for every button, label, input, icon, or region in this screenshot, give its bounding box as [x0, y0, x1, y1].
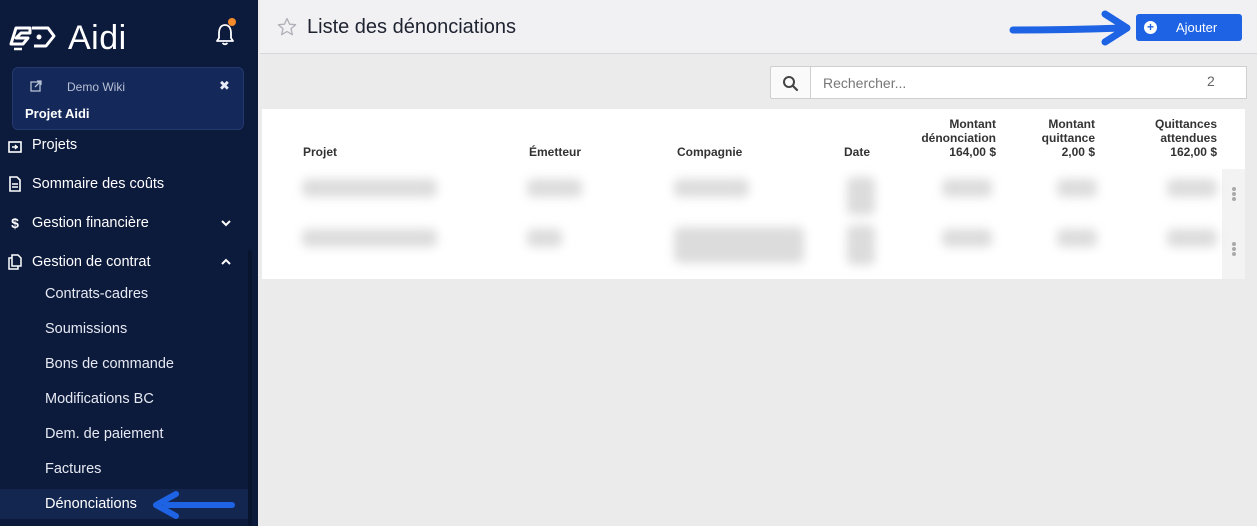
- redacted-cell: [1167, 179, 1217, 197]
- sidebar-item-dem-paiement[interactable]: Dem. de paiement: [0, 419, 248, 449]
- project-name: Projet Aidi: [25, 106, 90, 121]
- redacted-cell: [1057, 179, 1097, 197]
- denonciations-table: Projet Émetteur Compagnie Date Montant d…: [262, 109, 1245, 279]
- redacted-cell: [942, 179, 992, 197]
- star-icon[interactable]: [277, 17, 297, 37]
- nav-item-gestion-contrat[interactable]: Gestion de contrat: [0, 245, 250, 279]
- projects-icon: [8, 141, 22, 153]
- nav-label: Sommaire des coûts: [32, 176, 165, 192]
- nav-item-projets[interactable]: Projets: [0, 128, 250, 162]
- sidebar-item-soumissions[interactable]: Soumissions: [0, 314, 248, 344]
- row-menu-icon[interactable]: [1231, 186, 1237, 204]
- column-header-compagnie[interactable]: Compagnie: [677, 145, 742, 159]
- header-line: quittance: [1041, 131, 1095, 145]
- redacted-cell: [1167, 229, 1217, 247]
- project-card[interactable]: Demo Wiki ✖ Projet Aidi: [12, 67, 244, 130]
- redacted-cell: [1057, 229, 1097, 247]
- redacted-cell: [674, 227, 804, 263]
- column-header-projet[interactable]: Projet: [303, 145, 337, 159]
- external-link-icon[interactable]: [30, 80, 42, 92]
- sub-item-label: Dem. de paiement: [45, 426, 164, 442]
- header-total: 2,00 $: [1061, 145, 1095, 159]
- header-line: Montant: [1048, 117, 1095, 131]
- column-header-montant-quittance[interactable]: Montant quittance 2,00 $: [1014, 117, 1095, 159]
- wiki-label[interactable]: Demo Wiki: [67, 80, 125, 94]
- app-logo[interactable]: Aidi: [8, 18, 127, 58]
- dollar-icon: $: [11, 215, 19, 231]
- aidi-logo-icon: [9, 26, 56, 51]
- page-title: Liste des dénonciations: [307, 16, 517, 38]
- redacted-cell: [527, 229, 562, 247]
- sub-item-label: Modifications BC: [45, 391, 154, 407]
- header-total: 164,00 $: [949, 145, 996, 159]
- app-name: Aidi: [68, 18, 127, 57]
- redacted-cell: [674, 179, 749, 197]
- nav-item-gestion-financiere[interactable]: $ Gestion financière: [0, 206, 250, 240]
- header-line: attendues: [1160, 131, 1217, 145]
- redacted-cell: [942, 229, 992, 247]
- copy-documents-icon: [8, 254, 22, 270]
- sidebar: Aidi Demo Wiki ✖ Projet Aidi Projets Som…: [0, 0, 258, 526]
- table-row[interactable]: [262, 221, 1222, 273]
- redacted-cell: [847, 177, 875, 215]
- chevron-up-icon[interactable]: [219, 255, 233, 269]
- column-header-date[interactable]: Date: [844, 145, 870, 159]
- header-line: Quittances: [1154, 117, 1217, 131]
- row-menu-icon[interactable]: [1231, 241, 1237, 259]
- redacted-cell: [847, 225, 875, 265]
- sub-item-label: Bons de commande: [45, 356, 174, 372]
- sub-item-label: Factures: [45, 461, 102, 477]
- sidebar-item-contrats-cadres[interactable]: Contrats-cadres: [0, 279, 248, 309]
- document-icon: [9, 176, 21, 192]
- redacted-cell: [302, 229, 437, 247]
- column-header-montant-denonciation[interactable]: Montant dénonciation 164,00 $: [902, 117, 996, 159]
- nav-label: Gestion financière: [32, 215, 149, 231]
- nav-label: Projets: [32, 137, 78, 153]
- sidebar-item-bons-de-commande[interactable]: Bons de commande: [0, 349, 248, 379]
- chevron-down-icon[interactable]: [219, 216, 233, 230]
- search-button[interactable]: [770, 66, 810, 99]
- sidebar-item-modifications-bc[interactable]: Modifications BC: [0, 384, 248, 414]
- table-row[interactable]: [262, 169, 1222, 221]
- header-line: Montant: [949, 117, 996, 131]
- nav-label: Gestion de contrat: [32, 254, 151, 270]
- annotation-arrow-icon: [153, 491, 235, 519]
- search-icon: [783, 76, 799, 92]
- add-button[interactable]: + Ajouter: [1136, 14, 1242, 41]
- sub-item-label: Contrats-cadres: [45, 286, 149, 302]
- sub-item-label: Dénonciations: [45, 496, 137, 512]
- header-line: dénonciation: [921, 131, 996, 145]
- annotation-arrow-icon: [1009, 10, 1131, 46]
- add-button-label: Ajouter: [1176, 20, 1218, 35]
- result-count: 2: [1207, 73, 1215, 89]
- redacted-cell: [302, 179, 437, 197]
- header-total: 162,00 $: [1170, 145, 1217, 159]
- column-header-emetteur[interactable]: Émetteur: [529, 145, 581, 159]
- redacted-cell: [527, 179, 582, 197]
- sub-item-label: Soumissions: [45, 321, 128, 337]
- search-input[interactable]: [810, 66, 1247, 99]
- sidebar-item-factures[interactable]: Factures: [0, 454, 248, 484]
- notification-dot: [228, 18, 236, 26]
- nav-item-sommaire[interactable]: Sommaire des coûts: [0, 167, 250, 201]
- sidebar-scrollbar[interactable]: [248, 250, 252, 526]
- plus-circle-icon: +: [1144, 21, 1157, 34]
- column-header-quittances-attendues[interactable]: Quittances attendues 162,00 $: [1122, 117, 1217, 159]
- close-icon[interactable]: ✖: [219, 78, 230, 94]
